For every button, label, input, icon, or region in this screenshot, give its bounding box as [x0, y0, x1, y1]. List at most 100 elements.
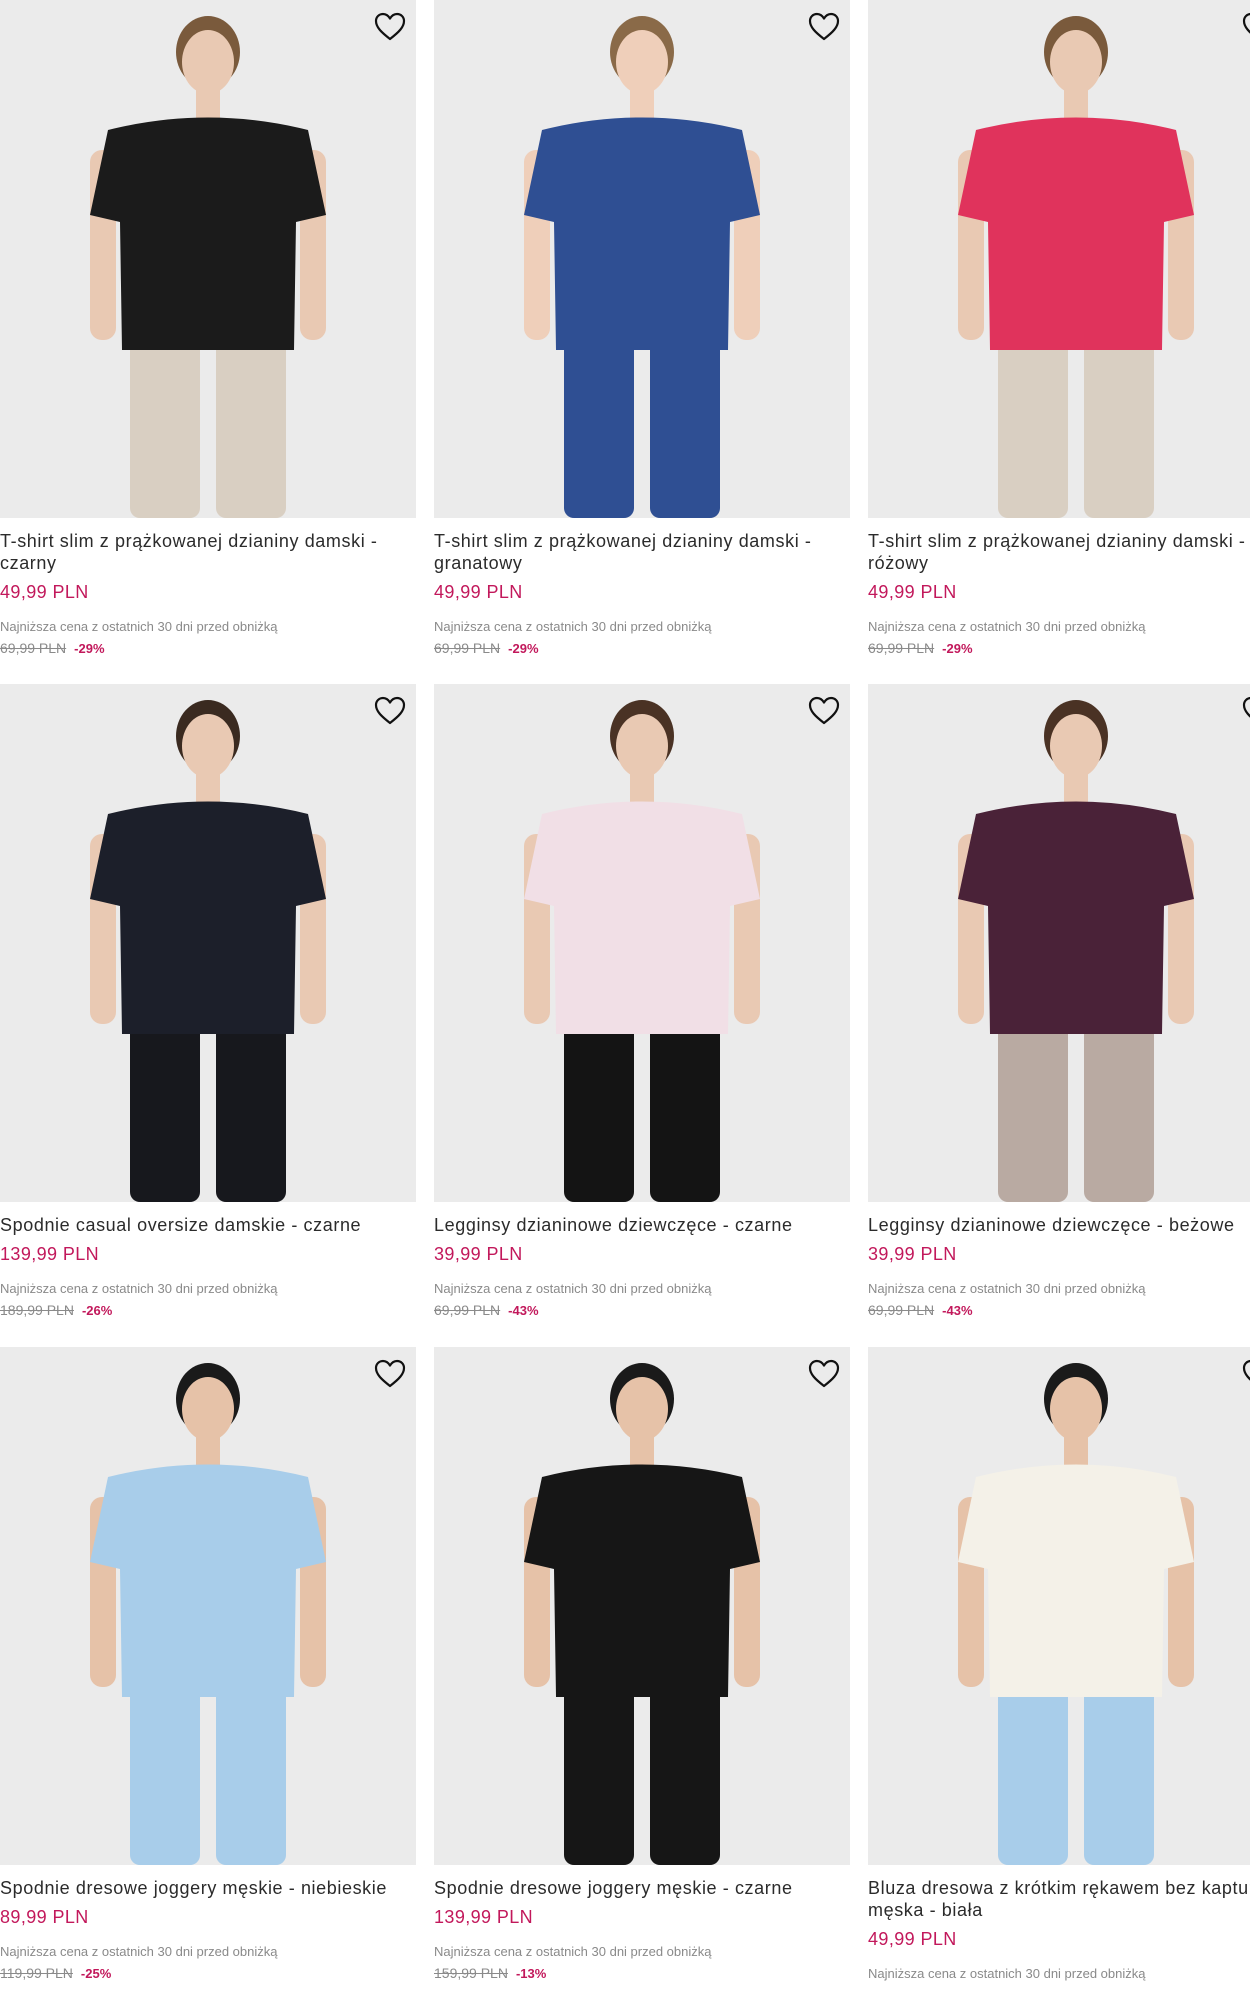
old-price-row: 69,99 PLN -29% — [868, 640, 1250, 656]
product-photo-figure — [0, 684, 416, 1202]
product-title[interactable]: T-shirt slim z prążkowanej dzianiny dams… — [868, 530, 1250, 574]
old-price: 119,99 PLN — [0, 1965, 73, 1981]
model-neck — [196, 1435, 220, 1465]
favorite-heart-icon[interactable] — [806, 694, 842, 728]
product-image[interactable] — [0, 684, 416, 1202]
discount-badge: -13% — [515, 1966, 547, 1981]
product-photo-figure — [0, 1347, 416, 1865]
product-photo-figure — [0, 0, 416, 518]
heart-outline — [808, 12, 840, 41]
lowest-price-note: Najniższa cena z ostatnich 30 dni przed … — [868, 1281, 1146, 1296]
product-price: 139,99 PLN — [0, 1244, 100, 1264]
model-leg-left — [564, 330, 634, 518]
product-card[interactable]: Legginsy dzianinowe dziewczęce - beżowe … — [868, 684, 1250, 1344]
product-title[interactable]: Spodnie dresowe joggery męskie - czarne — [434, 1877, 850, 1899]
favorite-heart-icon[interactable] — [372, 694, 408, 728]
old-price-row: 189,99 PLN -26% — [0, 1302, 416, 1318]
discount-badge: -29% — [74, 641, 105, 656]
favorite-heart-icon[interactable] — [372, 1357, 408, 1391]
heart-outline — [1242, 696, 1250, 718]
lowest-price-note: Najniższa cena z ostatnich 30 dni przed … — [868, 619, 1146, 634]
model-top — [90, 1464, 326, 1697]
model-leg-right — [216, 1014, 286, 1202]
product-price: 89,99 PLN — [0, 1907, 89, 1927]
model-leg-left — [998, 1014, 1068, 1202]
old-price-row: 69,99 PLN -43% — [434, 1302, 850, 1318]
model-top — [90, 801, 326, 1034]
model-neck — [630, 88, 654, 118]
model-leg-right — [216, 330, 286, 518]
product-photo-figure — [868, 684, 1250, 1202]
product-title[interactable]: Bluza dresowa z krótkim rękawem bez kapt… — [868, 1877, 1250, 1921]
product-price: 139,99 PLN — [434, 1907, 534, 1927]
lowest-price-note: Najniższa cena z ostatnich 30 dni przed … — [434, 1944, 712, 1959]
product-title[interactable]: T-shirt slim z prążkowanej dzianiny dams… — [434, 530, 850, 574]
favorite-heart-icon[interactable] — [1240, 1357, 1250, 1391]
favorite-heart-icon[interactable] — [806, 10, 842, 44]
product-card[interactable]: T-shirt slim z prążkowanej dzianiny dams… — [434, 0, 850, 660]
old-price: 189,99 PLN — [0, 1302, 74, 1318]
model-head — [1050, 1377, 1102, 1441]
product-card[interactable]: Spodnie dresowe joggery męskie - czarne … — [434, 1347, 850, 1992]
product-photo-figure — [434, 684, 850, 1202]
heart-outline — [1242, 12, 1250, 34]
model-leg-right — [216, 1677, 286, 1865]
product-card[interactable]: T-shirt slim z prążkowanej dzianiny dams… — [868, 0, 1250, 660]
product-image[interactable] — [868, 684, 1250, 1202]
lowest-price-note: Najniższa cena z ostatnich 30 dni przed … — [0, 619, 278, 634]
model-top — [524, 117, 760, 350]
product-price: 39,99 PLN — [868, 1244, 957, 1264]
discount-badge: -43% — [508, 1303, 539, 1318]
product-title[interactable]: Legginsy dzianinowe dziewczęce - czarne — [434, 1214, 850, 1236]
heart-outline — [808, 1359, 840, 1388]
product-image[interactable] — [868, 1347, 1250, 1865]
model-leg-right — [1084, 1677, 1154, 1865]
model-head — [182, 1377, 234, 1441]
product-grid: T-shirt slim z prążkowanej dzianiny dams… — [0, 0, 1250, 1992]
product-price: 49,99 PLN — [868, 1929, 957, 1949]
model-leg-left — [564, 1677, 634, 1865]
product-image[interactable] — [0, 0, 416, 518]
model-leg-right — [650, 1677, 720, 1865]
product-image[interactable] — [434, 1347, 850, 1865]
heart-outline — [374, 696, 406, 725]
product-photo-figure — [868, 1347, 1250, 1865]
old-price-row — [868, 1987, 1250, 1992]
product-card[interactable]: Legginsy dzianinowe dziewczęce - czarne … — [434, 684, 850, 1344]
discount-badge: -25% — [80, 1966, 112, 1981]
old-price: 69,99 PLN — [868, 640, 935, 656]
favorite-heart-icon[interactable] — [1240, 10, 1250, 44]
discount-badge: -26% — [81, 1303, 113, 1318]
old-price: 69,99 PLN — [434, 640, 501, 656]
product-image[interactable] — [868, 0, 1250, 518]
product-image[interactable] — [434, 684, 850, 1202]
product-card[interactable]: Spodnie dresowe joggery męskie - niebies… — [0, 1347, 416, 1992]
model-top — [524, 801, 760, 1034]
product-title[interactable]: T-shirt slim z prążkowanej dzianiny dams… — [0, 530, 416, 574]
product-card[interactable]: Bluza dresowa z krótkim rękawem bez kapt… — [868, 1347, 1250, 1992]
product-card[interactable]: T-shirt slim z prążkowanej dzianiny dams… — [0, 0, 416, 660]
model-leg-left — [130, 330, 200, 518]
product-title[interactable]: Spodnie casual oversize damskie - czarne — [0, 1214, 416, 1236]
model-head — [182, 714, 234, 778]
product-card[interactable]: Spodnie casual oversize damskie - czarne… — [0, 684, 416, 1344]
product-photo-figure — [868, 0, 1250, 518]
product-title[interactable]: Spodnie dresowe joggery męskie - niebies… — [0, 1877, 416, 1899]
product-image[interactable] — [0, 1347, 416, 1865]
model-head — [616, 30, 668, 94]
lowest-price-note: Najniższa cena z ostatnich 30 dni przed … — [0, 1944, 278, 1959]
product-price: 49,99 PLN — [434, 582, 523, 602]
model-top — [958, 117, 1194, 350]
product-price: 49,99 PLN — [0, 582, 89, 602]
favorite-heart-icon[interactable] — [806, 1357, 842, 1391]
favorite-heart-icon[interactable] — [1240, 694, 1250, 728]
model-head — [182, 30, 234, 94]
model-neck — [630, 772, 654, 802]
product-image[interactable] — [434, 0, 850, 518]
product-price: 39,99 PLN — [434, 1244, 523, 1264]
favorite-heart-icon[interactable] — [372, 10, 408, 44]
product-photo-figure — [434, 0, 850, 518]
model-leg-right — [1084, 1014, 1154, 1202]
old-price: 69,99 PLN — [868, 1302, 935, 1318]
product-title[interactable]: Legginsy dzianinowe dziewczęce - beżowe — [868, 1214, 1250, 1236]
